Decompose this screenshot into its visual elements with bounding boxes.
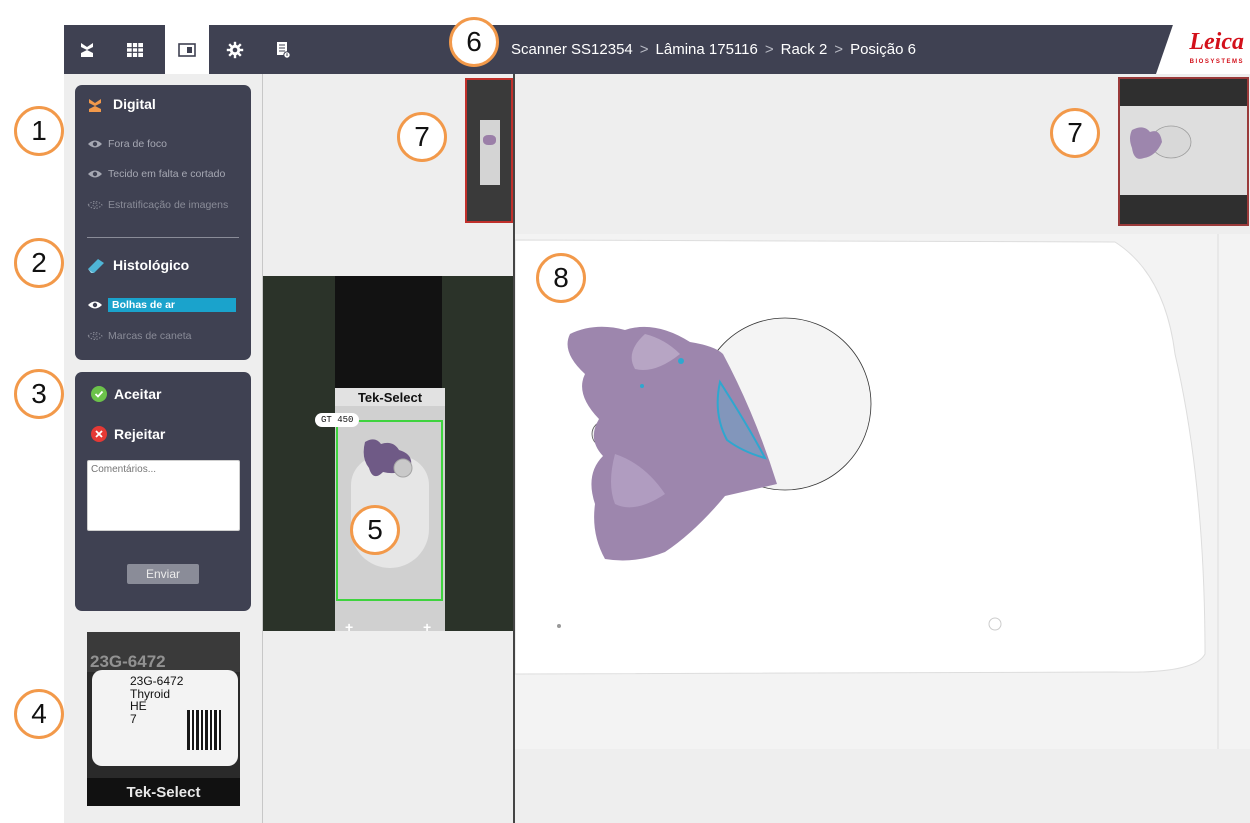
digital-qc-icon[interactable] [65, 25, 109, 74]
breadcrumb-separator: > [834, 41, 844, 58]
callout-8: 8 [536, 253, 586, 303]
check-icon [91, 386, 107, 402]
main-viewer-column [513, 74, 1250, 823]
label-top-text: 23G-6472 [90, 652, 166, 671]
slide-brand-strip: Tek-Select [335, 388, 445, 406]
leica-logo: Leica BIOSYSTEMS [1156, 25, 1250, 74]
whole-slide-viewer[interactable] [515, 234, 1250, 749]
histologic-title: Histológico [113, 257, 190, 273]
label-brand: Tek-Select [87, 778, 240, 806]
eye-icon [88, 301, 102, 309]
label-line: 23G-6472 [130, 674, 184, 688]
callout-1: 1 [14, 106, 64, 156]
filter-label: Estratificação de imagens [108, 199, 229, 211]
reject-button[interactable]: Rejeitar [91, 426, 165, 442]
send-button[interactable]: Enviar [127, 564, 199, 584]
accept-label: Aceitar [114, 386, 162, 402]
eye-hidden-icon [87, 201, 103, 209]
breadcrumb: Scanner SS12354 > Lâmina 175116 > Rack 2… [511, 25, 916, 74]
breadcrumb-position: Posição 6 [850, 41, 916, 58]
report-icon[interactable] [261, 25, 305, 74]
crosshair-icon: + [345, 619, 354, 631]
scanner-badge: GT 450 [315, 413, 360, 427]
histologic-icon [87, 258, 105, 279]
close-icon [91, 426, 107, 442]
callout-7-left: 7 [397, 112, 447, 162]
qc-filters-panel: Digital Fora de foco Tecido em falta e c… [75, 85, 251, 360]
digital-icon [87, 97, 103, 118]
logo-wordmark: Leica [1189, 29, 1244, 55]
slide-view-icon[interactable] [165, 25, 209, 74]
eye-hidden-icon [87, 332, 103, 340]
breadcrumb-rack[interactable]: Rack 2 [781, 41, 828, 58]
scanner-qc-app: Scanner SS12354 > Lâmina 175116 > Rack 2… [0, 0, 1250, 823]
filter-air-bubbles[interactable]: Bolhas de ar [87, 297, 236, 313]
macro-column: Tek-Select GT 450 + + [262, 74, 514, 823]
accept-button[interactable]: Aceitar [91, 386, 161, 402]
breadcrumb-separator: > [639, 41, 649, 58]
filter-label: Bolhas de ar [108, 298, 236, 312]
filter-pen-marks[interactable]: Marcas de caneta [87, 328, 191, 344]
settings-gear-icon[interactable] [213, 25, 257, 74]
reject-label: Rejeitar [114, 426, 166, 442]
comments-field[interactable] [87, 460, 240, 531]
review-panel: Aceitar Rejeitar Enviar [75, 372, 251, 611]
thumbnail-tissue [1130, 125, 1192, 159]
filter-label: Tecido em falta e cortado [108, 168, 226, 180]
grid-view-icon[interactable] [113, 25, 157, 74]
slide-label-image: 23G-6472 23G-6472 Thyroid HE 7 Tek-Selec… [87, 632, 240, 806]
breadcrumb-scanner[interactable]: Scanner SS12354 [511, 41, 633, 58]
eye-icon [88, 170, 102, 178]
callout-5: 5 [350, 505, 400, 555]
callout-2: 2 [14, 238, 64, 288]
callout-3: 3 [14, 369, 64, 419]
label-line: HE [130, 699, 147, 713]
callout-7-right: 7 [1050, 108, 1100, 158]
eye-icon [88, 140, 102, 148]
top-toolbar: Scanner SS12354 > Lâmina 175116 > Rack 2… [64, 25, 1250, 74]
datamatrix-barcode-icon [187, 710, 221, 750]
section-divider [87, 237, 239, 238]
callout-4: 4 [14, 689, 64, 739]
filter-label: Fora de foco [108, 138, 167, 150]
macro-image[interactable]: Tek-Select GT 450 + + [263, 276, 514, 631]
overview-thumbnail[interactable] [1118, 77, 1249, 226]
filter-label: Marcas de caneta [108, 330, 192, 342]
callout-6: 6 [449, 17, 499, 67]
filter-image-stitching[interactable]: Estratificação de imagens [87, 197, 228, 213]
label-text: 23G-6472 Thyroid HE 7 [130, 675, 183, 725]
filter-out-of-focus[interactable]: Fora de foco [87, 136, 167, 152]
filter-missing-tissue[interactable]: Tecido em falta e cortado [87, 166, 225, 182]
digital-title: Digital [113, 96, 156, 112]
tissue-image [515, 234, 1219, 749]
overview-thumbnail[interactable] [465, 78, 513, 223]
logo-subtitle: BIOSYSTEMS [1189, 59, 1244, 65]
breadcrumb-separator: > [764, 41, 774, 58]
crosshair-icon: + [423, 619, 432, 631]
breadcrumb-slide[interactable]: Lâmina 175116 [656, 41, 758, 58]
label-line: 7 [130, 711, 137, 726]
